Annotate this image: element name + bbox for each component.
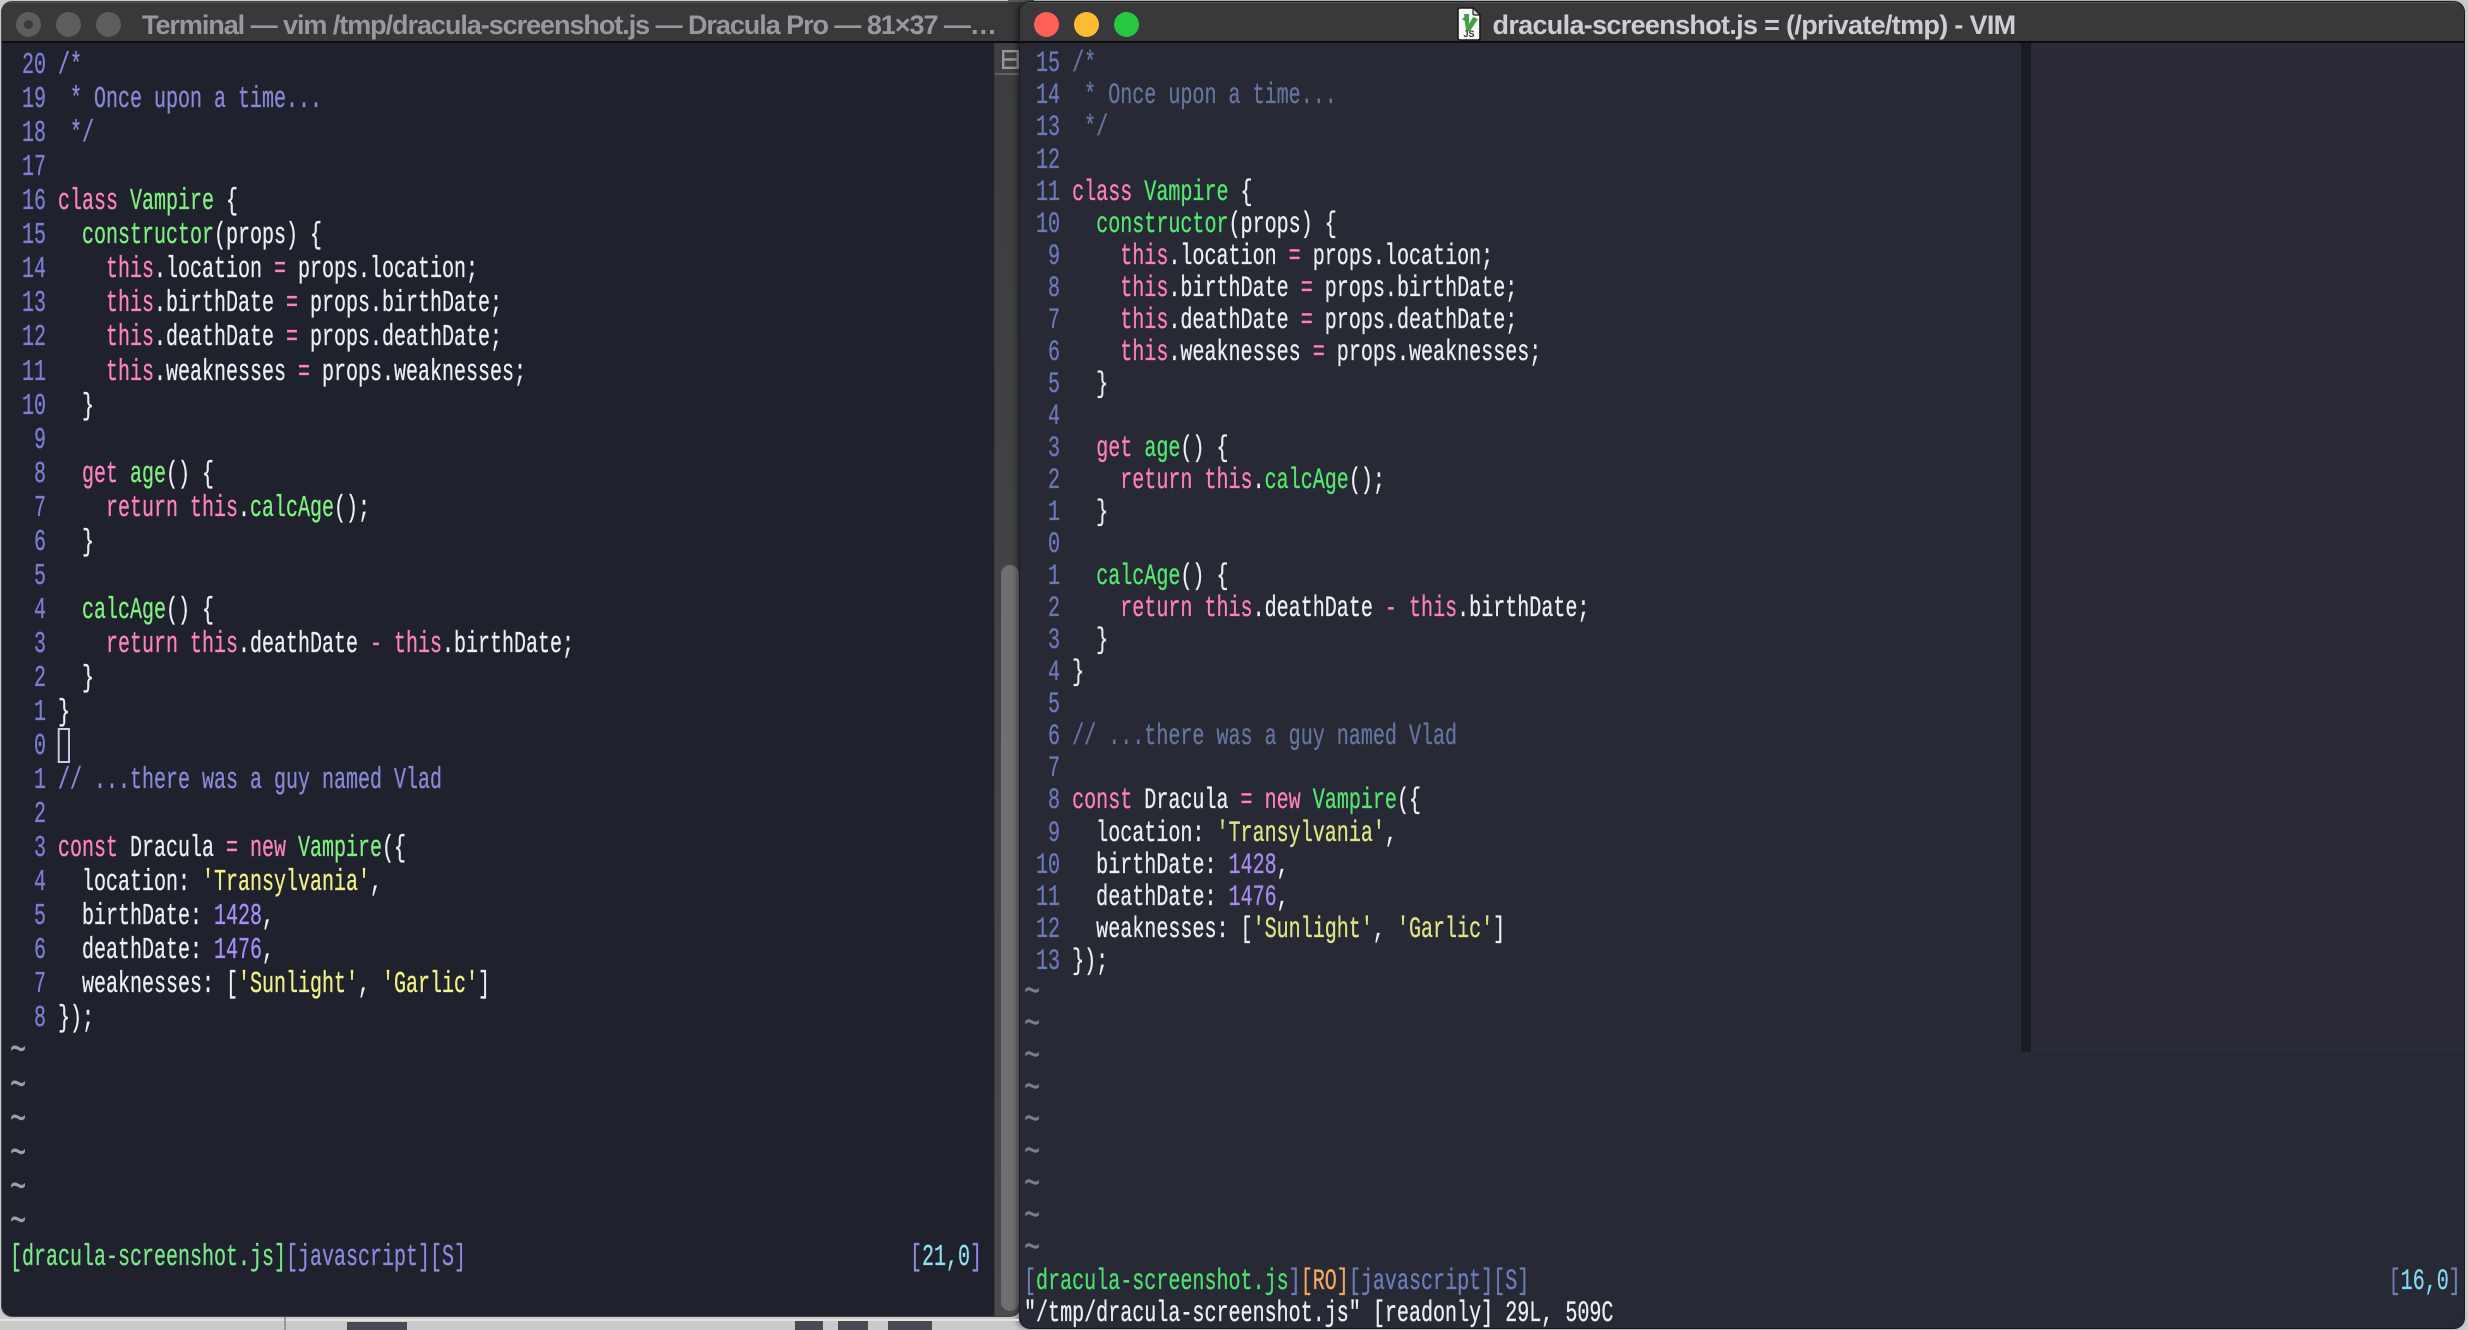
svg-text:JS: JS — [1463, 29, 1474, 39]
